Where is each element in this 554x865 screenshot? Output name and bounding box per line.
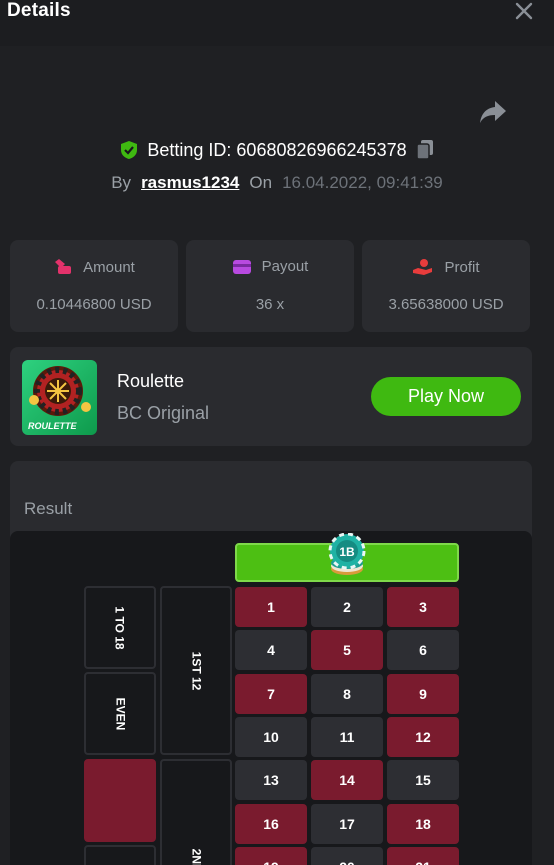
bet-date: 16.04.2022, 09:41:39: [282, 173, 443, 192]
game-subtitle: BC Original: [117, 403, 210, 423]
header: Details: [0, 0, 554, 46]
betting-id: Betting ID: 60680826966245378: [147, 139, 407, 160]
on-label: On: [249, 173, 273, 192]
result-title: Result: [24, 499, 73, 518]
stat-profit-value: 3.65638000 USD: [388, 296, 504, 313]
game-thumbnail[interactable]: ROULETTE: [22, 360, 97, 435]
number-cell[interactable]: 10: [235, 716, 307, 757]
number-cell[interactable]: 14: [311, 760, 383, 801]
roulette-wheel-icon: ROULETTE: [28, 366, 91, 431]
stat-payout-value: 36 x: [255, 296, 285, 313]
number-cell[interactable]: 19: [235, 846, 307, 865]
game-thumbnail-text: ROULETTE: [28, 421, 77, 431]
bet-chip: 1B: [328, 532, 366, 579]
number-cell[interactable]: 6: [387, 630, 459, 671]
bet-2nd-12-label: 2ND 12: [189, 849, 203, 865]
bet-1-to-18[interactable]: 1 TO 18: [84, 586, 156, 669]
number-cell[interactable]: 1: [235, 587, 307, 627]
bet-1st-12-label: 1ST 12: [188, 651, 203, 690]
bet-author-row: By rasmus1234 On 16.04.2022, 09:41:39: [0, 170, 554, 196]
bet-red[interactable]: [84, 759, 156, 842]
number-cell[interactable]: 16: [235, 803, 307, 844]
number-cell[interactable]: 15: [387, 760, 459, 801]
number-cell[interactable]: 5: [311, 630, 383, 671]
share-icon: [480, 101, 506, 123]
play-now-button[interactable]: Play Now: [371, 377, 521, 416]
stat-payout: Payout 36 x: [186, 240, 354, 332]
close-button[interactable]: [513, 0, 539, 22]
number-cell[interactable]: 9: [387, 673, 459, 714]
stat-amount: Amount 0.10446800 USD: [10, 240, 178, 332]
stat-amount-value: 0.10446800 USD: [36, 296, 152, 313]
bet-even[interactable]: EVEN: [84, 672, 156, 755]
number-cell[interactable]: 8: [311, 673, 383, 714]
close-icon: [515, 2, 533, 20]
bet-even-label: EVEN: [113, 697, 127, 730]
shield-check-icon: [121, 141, 138, 159]
number-cell[interactable]: 20: [311, 846, 383, 865]
number-cell[interactable]: 17: [311, 803, 383, 844]
betting-id-row: Betting ID: 60680826966245378: [0, 137, 554, 163]
bet-2nd-12[interactable]: 2ND 12: [160, 759, 232, 865]
by-label: By: [111, 173, 132, 192]
share-button[interactable]: [479, 99, 507, 125]
bet-black[interactable]: [84, 845, 156, 865]
roulette-board: 1B 1 TO 18 EVEN 1ST 12 2ND 12 1234567891…: [10, 531, 532, 865]
stat-payout-label: Payout: [261, 258, 309, 275]
coins-icon: [55, 259, 72, 274]
hand-coin-icon: [413, 259, 433, 275]
copy-icon[interactable]: [415, 139, 435, 161]
stat-amount-label: Amount: [83, 258, 135, 276]
stat-profit: Profit 3.65638000 USD: [362, 240, 530, 332]
game-card: ROULETTE Roulette BC Original Play Now: [10, 347, 532, 446]
number-cell[interactable]: 2: [311, 587, 383, 627]
game-name: Roulette: [117, 371, 185, 391]
chip-label: 1B: [339, 545, 355, 559]
number-cell[interactable]: 21: [387, 846, 459, 865]
number-cell[interactable]: 7: [235, 673, 307, 714]
wallet-icon: [232, 259, 251, 274]
number-cell[interactable]: 4: [235, 630, 307, 671]
page-title: Details: [7, 0, 71, 21]
bet-1-to-18-label: 1 TO 18: [112, 605, 127, 650]
number-cell[interactable]: 12: [387, 716, 459, 757]
username-link[interactable]: rasmus1234: [141, 173, 239, 193]
number-cell[interactable]: 11: [311, 716, 383, 757]
number-cell[interactable]: 13: [235, 760, 307, 801]
result-section: Result 1B 1 TO 18 EVEN 1ST 12 2ND 12: [10, 461, 532, 865]
bet-1st-12[interactable]: 1ST 12: [160, 586, 232, 755]
stat-profit-label: Profit: [444, 258, 480, 276]
number-cell[interactable]: 18: [387, 803, 459, 844]
number-cell[interactable]: 3: [387, 587, 459, 627]
